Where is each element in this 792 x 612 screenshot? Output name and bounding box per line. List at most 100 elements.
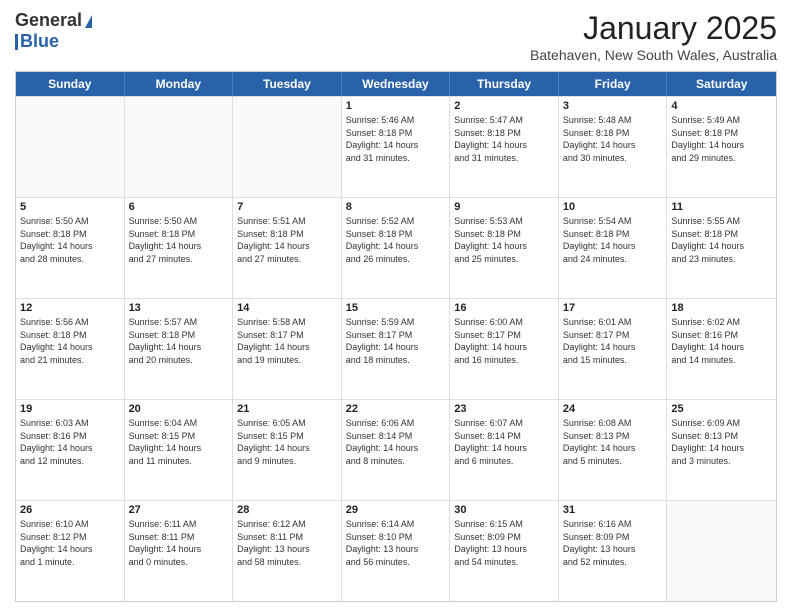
cell-info: Sunrise: 6:14 AMSunset: 8:10 PMDaylight:… — [346, 518, 446, 568]
day-number: 6 — [129, 201, 229, 213]
calendar-cell-3-1: 20Sunrise: 6:04 AMSunset: 8:15 PMDayligh… — [125, 400, 234, 500]
day-number: 15 — [346, 302, 446, 314]
cell-info: Sunrise: 5:56 AMSunset: 8:18 PMDaylight:… — [20, 316, 120, 366]
day-number: 28 — [237, 504, 337, 516]
cell-info: Sunrise: 5:51 AMSunset: 8:18 PMDaylight:… — [237, 215, 337, 265]
day-number: 19 — [20, 403, 120, 415]
location-title: Batehaven, New South Wales, Australia — [530, 47, 777, 63]
cell-info: Sunrise: 6:10 AMSunset: 8:12 PMDaylight:… — [20, 518, 120, 568]
calendar-cell-2-5: 17 Sunrise: 6:01 AMSunset: 8:17 PMDayligh… — [559, 299, 668, 399]
header-thursday: Thursday — [450, 72, 559, 96]
cell-info: Sunrise: 6:11 AMSunset: 8:11 PMDaylight:… — [129, 518, 229, 568]
calendar-cell-1-1: 6 Sunrise: 5:50 AMSunset: 8:18 PMDaylight… — [125, 198, 234, 298]
calendar-cell-0-4: 2 Sunrise: 5:47 AMSunset: 8:18 PMDaylight… — [450, 97, 559, 197]
cell-info: Sunrise: 5:54 AMSunset: 8:18 PMDaylight:… — [563, 215, 663, 265]
day-number: 5 — [20, 201, 120, 213]
cell-info: Sunrise: 6:15 AMSunset: 8:09 PMDaylight:… — [454, 518, 554, 568]
calendar-cell-1-0: 5 Sunrise: 5:50 AMSunset: 8:18 PMDaylight… — [16, 198, 125, 298]
calendar-cell-1-4: 9Sunrise: 5:53 AMSunset: 8:18 PMDaylight… — [450, 198, 559, 298]
month-title: January 2025 — [530, 10, 777, 47]
cell-info: Sunrise: 6:08 AMSunset: 8:13 PMDaylight:… — [563, 417, 663, 467]
cell-info: Sunrise: 5:48 AMSunset: 8:18 PMDaylight:… — [563, 114, 663, 164]
calendar-row-1: 5 Sunrise: 5:50 AMSunset: 8:18 PMDaylight… — [16, 197, 776, 298]
cell-info: Sunrise: 6:16 AMSunset: 8:09 PMDaylight:… — [563, 518, 663, 568]
cell-info: Sunrise: 5:47 AMSunset: 8:18 PMDaylight:… — [454, 114, 554, 164]
day-number: 13 — [129, 302, 229, 314]
cell-info: Sunrise: 6:09 AMSunset: 8:13 PMDaylight:… — [671, 417, 772, 467]
calendar-cell-2-2: 14 Sunrise: 5:58 AMSunset: 8:17 PMDayligh… — [233, 299, 342, 399]
logo-blue: Blue — [20, 31, 59, 52]
day-number: 17 — [563, 302, 663, 314]
calendar-cell-4-6 — [667, 501, 776, 601]
calendar-cell-1-2: 7 Sunrise: 5:51 AMSunset: 8:18 PMDaylight… — [233, 198, 342, 298]
calendar-cell-1-6: 11 Sunrise: 5:55 AMSunset: 8:18 PMDayligh… — [667, 198, 776, 298]
calendar-cell-4-5: 31 Sunrise: 6:16 AMSunset: 8:09 PMDayligh… — [559, 501, 668, 601]
day-number: 3 — [563, 100, 663, 112]
calendar-cell-1-5: 10 Sunrise: 5:54 AMSunset: 8:18 PMDayligh… — [559, 198, 668, 298]
cell-info: Sunrise: 5:59 AMSunset: 8:17 PMDaylight:… — [346, 316, 446, 366]
calendar-cell-3-2: 21 Sunrise: 6:05 AMSunset: 8:15 PMDayligh… — [233, 400, 342, 500]
calendar-cell-2-6: 18Sunrise: 6:02 AMSunset: 8:16 PMDayligh… — [667, 299, 776, 399]
calendar-cell-1-3: 8 Sunrise: 5:52 AMSunset: 8:18 PMDaylight… — [342, 198, 451, 298]
calendar-body: 1Sunrise: 5:46 AMSunset: 8:18 PMDaylight… — [16, 96, 776, 601]
cell-info: Sunrise: 6:02 AMSunset: 8:16 PMDaylight:… — [671, 316, 772, 366]
header-monday: Monday — [125, 72, 234, 96]
day-number: 22 — [346, 403, 446, 415]
day-number: 24 — [563, 403, 663, 415]
calendar-cell-4-2: 28 Sunrise: 6:12 AMSunset: 8:11 PMDayligh… — [233, 501, 342, 601]
day-number: 10 — [563, 201, 663, 213]
calendar-row-4: 26Sunrise: 6:10 AMSunset: 8:12 PMDayligh… — [16, 500, 776, 601]
day-number: 29 — [346, 504, 446, 516]
calendar-cell-3-3: 22 Sunrise: 6:06 AMSunset: 8:14 PMDayligh… — [342, 400, 451, 500]
cell-info: Sunrise: 5:58 AMSunset: 8:17 PMDaylight:… — [237, 316, 337, 366]
day-number: 20 — [129, 403, 229, 415]
calendar-cell-0-6: 4 Sunrise: 5:49 AMSunset: 8:18 PMDaylight… — [667, 97, 776, 197]
calendar-cell-2-3: 15 Sunrise: 5:59 AMSunset: 8:17 PMDayligh… — [342, 299, 451, 399]
day-number: 25 — [671, 403, 772, 415]
header-saturday: Saturday — [667, 72, 776, 96]
cell-info: Sunrise: 5:57 AMSunset: 8:18 PMDaylight:… — [129, 316, 229, 366]
cell-info: Sunrise: 5:49 AMSunset: 8:18 PMDaylight:… — [671, 114, 772, 164]
calendar-cell-3-5: 24 Sunrise: 6:08 AMSunset: 8:13 PMDayligh… — [559, 400, 668, 500]
calendar-cell-0-1 — [125, 97, 234, 197]
calendar-cell-3-6: 25 Sunrise: 6:09 AMSunset: 8:13 PMDayligh… — [667, 400, 776, 500]
day-number: 14 — [237, 302, 337, 314]
cell-info: Sunrise: 6:05 AMSunset: 8:15 PMDaylight:… — [237, 417, 337, 467]
day-number: 1 — [346, 100, 446, 112]
calendar-row-0: 1Sunrise: 5:46 AMSunset: 8:18 PMDaylight… — [16, 96, 776, 197]
calendar-cell-2-4: 16Sunrise: 6:00 AMSunset: 8:17 PMDayligh… — [450, 299, 559, 399]
day-number: 7 — [237, 201, 337, 213]
cell-info: Sunrise: 5:55 AMSunset: 8:18 PMDaylight:… — [671, 215, 772, 265]
header-friday: Friday — [559, 72, 668, 96]
cell-info: Sunrise: 5:50 AMSunset: 8:18 PMDaylight:… — [129, 215, 229, 265]
page: General Blue January 2025 Batehaven, New… — [0, 0, 792, 612]
header-wednesday: Wednesday — [342, 72, 451, 96]
cell-info: Sunrise: 6:03 AMSunset: 8:16 PMDaylight:… — [20, 417, 120, 467]
calendar-cell-3-0: 19 Sunrise: 6:03 AMSunset: 8:16 PMDayligh… — [16, 400, 125, 500]
header-tuesday: Tuesday — [233, 72, 342, 96]
day-number: 9 — [454, 201, 554, 213]
cell-info: Sunrise: 6:12 AMSunset: 8:11 PMDaylight:… — [237, 518, 337, 568]
calendar-cell-3-4: 23Sunrise: 6:07 AMSunset: 8:14 PMDayligh… — [450, 400, 559, 500]
header-sunday: Sunday — [16, 72, 125, 96]
calendar-row-2: 12Sunrise: 5:56 AMSunset: 8:18 PMDayligh… — [16, 298, 776, 399]
day-number: 4 — [671, 100, 772, 112]
cell-info: Sunrise: 6:01 AMSunset: 8:17 PMDaylight:… — [563, 316, 663, 366]
calendar-cell-0-5: 3 Sunrise: 5:48 AMSunset: 8:18 PMDaylight… — [559, 97, 668, 197]
day-number: 2 — [454, 100, 554, 112]
day-number: 8 — [346, 201, 446, 213]
cell-info: Sunrise: 6:06 AMSunset: 8:14 PMDaylight:… — [346, 417, 446, 467]
cell-info: Sunrise: 6:07 AMSunset: 8:14 PMDaylight:… — [454, 417, 554, 467]
calendar-cell-2-0: 12Sunrise: 5:56 AMSunset: 8:18 PMDayligh… — [16, 299, 125, 399]
day-number: 31 — [563, 504, 663, 516]
calendar-cell-4-4: 30Sunrise: 6:15 AMSunset: 8:09 PMDayligh… — [450, 501, 559, 601]
day-number: 11 — [671, 201, 772, 213]
day-number: 16 — [454, 302, 554, 314]
cell-info: Sunrise: 5:52 AMSunset: 8:18 PMDaylight:… — [346, 215, 446, 265]
calendar-cell-0-2 — [233, 97, 342, 197]
calendar-row-3: 19 Sunrise: 6:03 AMSunset: 8:16 PMDayligh… — [16, 399, 776, 500]
calendar-cell-0-0 — [16, 97, 125, 197]
cell-info: Sunrise: 5:50 AMSunset: 8:18 PMDaylight:… — [20, 215, 120, 265]
day-number: 21 — [237, 403, 337, 415]
title-area: January 2025 Batehaven, New South Wales,… — [530, 10, 777, 63]
